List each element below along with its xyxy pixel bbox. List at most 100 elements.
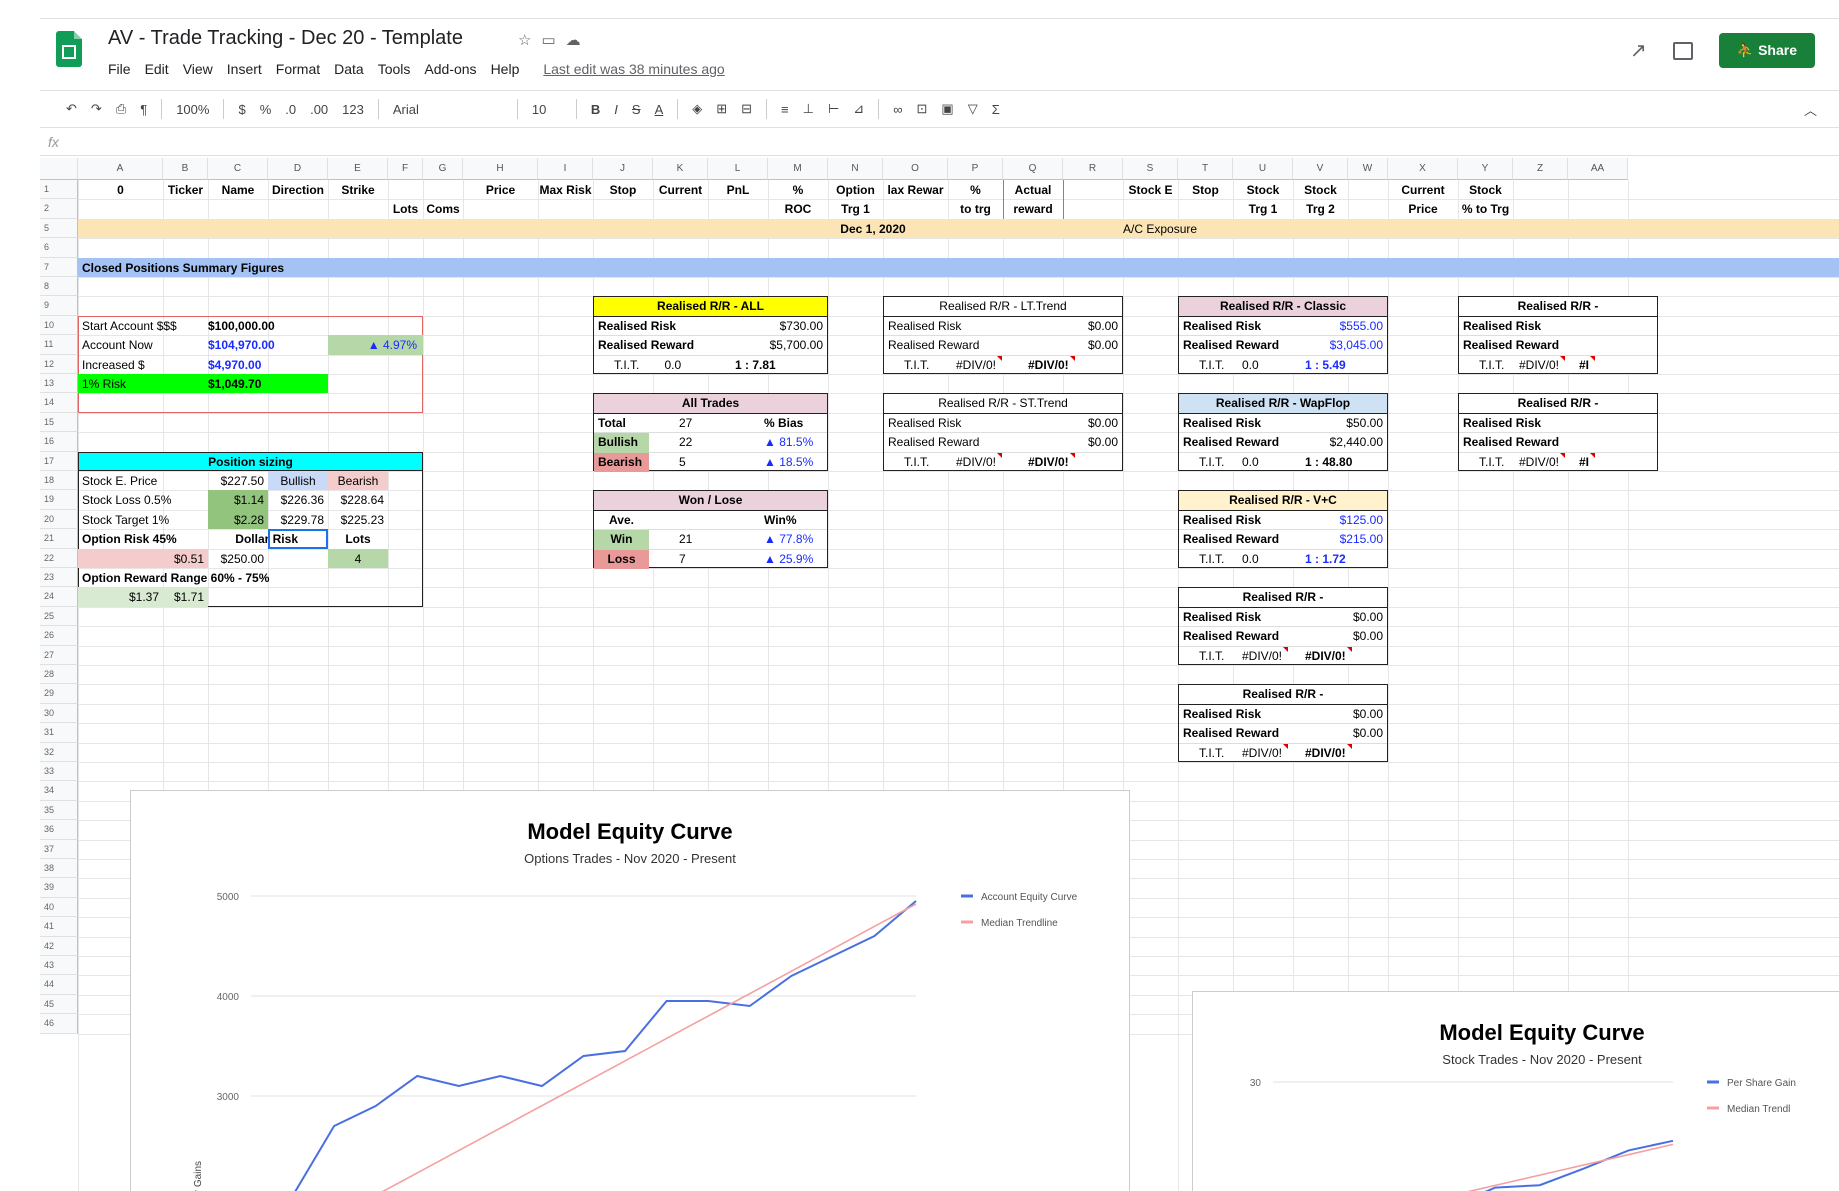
- exposure-cell[interactable]: A/C Exposure: [1123, 218, 1243, 240]
- last-edit-link[interactable]: Last edit was 38 minutes ago: [543, 61, 724, 77]
- rr-value[interactable]: $555.00: [1340, 317, 1383, 336]
- bold-button[interactable]: B: [591, 102, 600, 117]
- rr-ratio[interactable]: #DIV/0!: [1028, 452, 1075, 472]
- header-cell[interactable]: Strike: [328, 179, 388, 201]
- risk-label[interactable]: 1% Risk: [78, 373, 178, 395]
- column-header-O[interactable]: O: [883, 158, 948, 180]
- row-header-35[interactable]: 35: [40, 800, 78, 821]
- column-header-E[interactable]: E: [328, 158, 388, 180]
- row-header-26[interactable]: 26: [40, 626, 78, 646]
- rr-ratio[interactable]: 1 : 7.81: [735, 356, 776, 375]
- row-header-9[interactable]: 9: [40, 296, 78, 316]
- font-size-select[interactable]: 10: [532, 102, 562, 117]
- row-header-22[interactable]: 22: [40, 548, 78, 568]
- collapse-chevron-icon[interactable]: ︿: [1804, 100, 1817, 119]
- column-header-N[interactable]: N: [828, 158, 883, 180]
- row-header-42[interactable]: 42: [40, 936, 78, 956]
- doc-title[interactable]: AV - Trade Tracking - Dec 20 - Template: [108, 27, 463, 50]
- insert-comment-icon[interactable]: ⊡: [916, 101, 927, 117]
- rr-tit-value[interactable]: 0.0: [1242, 550, 1259, 569]
- wl-pct[interactable]: ▲ 25.9%: [764, 550, 813, 569]
- currency-button[interactable]: $: [238, 102, 245, 117]
- menu-addons[interactable]: Add-ons: [424, 61, 476, 77]
- rr-tit-value[interactable]: 0.0: [1242, 356, 1259, 375]
- row-header-25[interactable]: 25: [40, 606, 78, 627]
- column-header-I[interactable]: I: [538, 158, 593, 180]
- rr-tit-value[interactable]: #DIV/0!: [956, 452, 1003, 472]
- selected-cell[interactable]: [268, 529, 328, 549]
- row-header-16[interactable]: 16: [40, 432, 78, 452]
- header-cell[interactable]: lax Rewar: [883, 179, 948, 201]
- header-cell[interactable]: PnL: [708, 179, 768, 201]
- row-header-23[interactable]: 23: [40, 568, 78, 588]
- row-header-32[interactable]: 32: [40, 742, 78, 762]
- row-header-31[interactable]: 31: [40, 723, 78, 743]
- star-icon[interactable]: ☆: [518, 32, 541, 49]
- wl-count[interactable]: 7: [679, 550, 686, 569]
- decrease-decimal-button[interactable]: .0: [285, 102, 296, 117]
- move-folder-icon[interactable]: ▭: [541, 32, 565, 49]
- increase-decimal-button[interactable]: .00: [310, 102, 328, 117]
- header-cell[interactable]: reward: [1003, 198, 1063, 220]
- row-header-37[interactable]: 37: [40, 839, 78, 859]
- trades-pct[interactable]: ▲ 81.5%: [764, 433, 813, 452]
- row-header-36[interactable]: 36: [40, 820, 78, 840]
- row-header-5[interactable]: 5: [40, 218, 78, 239]
- rr-ratio[interactable]: 1 : 48.80: [1305, 453, 1352, 472]
- sheets-logo-icon[interactable]: [56, 31, 82, 67]
- row-header-46[interactable]: 46: [40, 1014, 78, 1034]
- header-cell[interactable]: Current: [653, 179, 708, 201]
- menu-insert[interactable]: Insert: [227, 61, 262, 77]
- rr-tit-value[interactable]: 0.0: [665, 356, 682, 375]
- reward-low[interactable]: $1.37: [78, 586, 159, 608]
- print-icon[interactable]: ⎙: [116, 101, 126, 117]
- header-cell[interactable]: Max Risk: [538, 179, 593, 201]
- rr-value[interactable]: $0.00: [1353, 705, 1383, 724]
- functions-button[interactable]: Σ: [992, 102, 1000, 117]
- row-header-7[interactable]: 7: [40, 257, 78, 277]
- row-header-2[interactable]: 2: [40, 199, 78, 219]
- row-header-18[interactable]: 18: [40, 471, 78, 491]
- rr-ratio[interactable]: 1 : 1.72: [1305, 550, 1346, 569]
- row-header-6[interactable]: 6: [40, 238, 78, 258]
- fill-color-icon[interactable]: ◈: [692, 101, 702, 117]
- rr-value[interactable]: $2,440.00: [1330, 433, 1383, 452]
- header-cell[interactable]: Trg 2: [1293, 198, 1348, 220]
- column-header-P[interactable]: P: [948, 158, 1003, 180]
- column-header-K[interactable]: K: [653, 158, 708, 180]
- header-cell[interactable]: Name: [208, 179, 268, 201]
- header-cell[interactable]: % to Trg: [1458, 198, 1513, 220]
- menu-tools[interactable]: Tools: [378, 61, 411, 77]
- more-formats-select[interactable]: 123: [342, 102, 364, 117]
- column-header-L[interactable]: L: [708, 158, 768, 180]
- trades-pct[interactable]: ▲ 18.5%: [764, 453, 813, 472]
- row-header-17[interactable]: 17: [40, 451, 78, 471]
- rr-tit-value[interactable]: #DIV/0!: [1242, 743, 1289, 763]
- rr-tit-value[interactable]: #DIV/0!: [1519, 452, 1566, 472]
- row-header-19[interactable]: 19: [40, 490, 78, 510]
- column-header-X[interactable]: X: [1388, 158, 1458, 180]
- header-cell[interactable]: Ticker: [163, 179, 208, 201]
- row-header-28[interactable]: 28: [40, 665, 78, 685]
- column-header-A[interactable]: A: [78, 158, 163, 180]
- text-rotate-icon[interactable]: ⊿: [853, 101, 864, 117]
- column-header-T[interactable]: T: [1178, 158, 1233, 180]
- wl-pct[interactable]: ▲ 77.8%: [764, 530, 813, 549]
- header-cell[interactable]: ROC: [768, 198, 828, 220]
- borders-icon[interactable]: ⊞: [716, 101, 727, 117]
- column-header-W[interactable]: W: [1348, 158, 1388, 180]
- column-header-D[interactable]: D: [268, 158, 328, 180]
- row-header-29[interactable]: 29: [40, 684, 78, 704]
- now-pct[interactable]: ▲ 4.97%: [328, 334, 417, 356]
- comment-history-icon[interactable]: [1672, 41, 1693, 60]
- rr-value[interactable]: $215.00: [1340, 530, 1383, 549]
- share-button[interactable]: ⛹ Share: [1718, 33, 1815, 68]
- header-cell[interactable]: Stock E: [1123, 179, 1178, 201]
- menu-data[interactable]: Data: [334, 61, 364, 77]
- column-header-U[interactable]: U: [1233, 158, 1293, 180]
- menu-edit[interactable]: Edit: [145, 61, 169, 77]
- column-header-C[interactable]: C: [208, 158, 268, 180]
- row-header-43[interactable]: 43: [40, 956, 78, 976]
- header-cell[interactable]: Stop: [593, 179, 653, 201]
- trades-count[interactable]: 5: [679, 453, 686, 472]
